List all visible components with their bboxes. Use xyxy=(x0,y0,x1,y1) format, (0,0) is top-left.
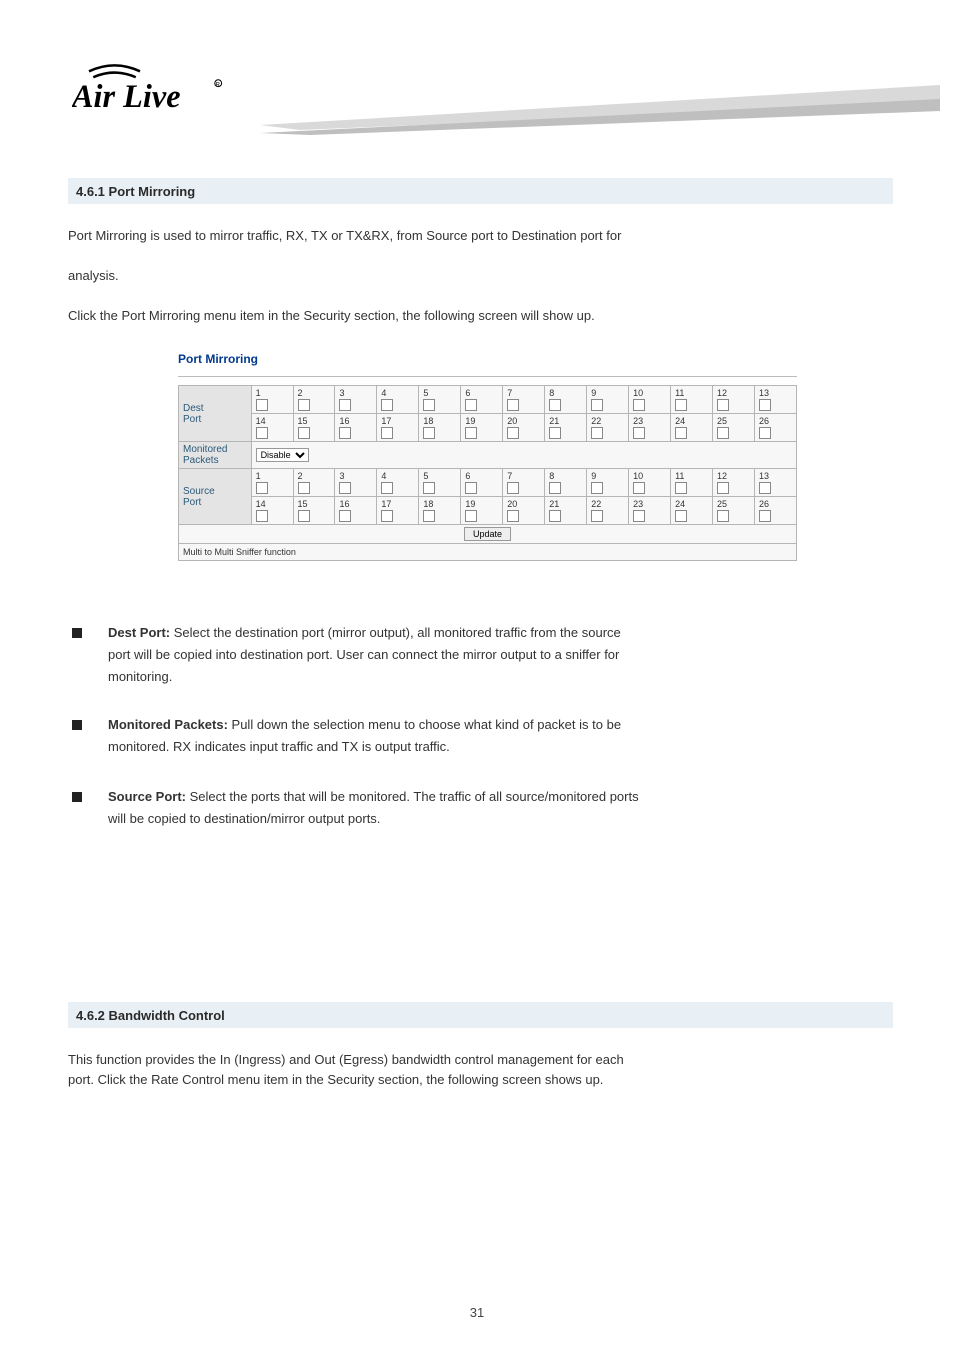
dest-port-8-checkbox[interactable] xyxy=(549,399,561,411)
dest-port-6-checkbox[interactable] xyxy=(465,399,477,411)
source-port-24-checkbox[interactable] xyxy=(675,510,687,522)
source-port-19-checkbox[interactable] xyxy=(465,510,477,522)
monitored-packets-label: Monitored Packets xyxy=(179,442,252,469)
bullet-1-line-1: Dest Port: Select the destination port (… xyxy=(108,623,888,643)
source-port-21-checkbox[interactable] xyxy=(549,510,561,522)
source-port-10-checkbox[interactable] xyxy=(633,482,645,494)
source-port-23-checkbox[interactable] xyxy=(633,510,645,522)
svg-text:Air Live: Air Live xyxy=(72,78,181,114)
dest-port-14-checkbox[interactable] xyxy=(256,427,268,439)
dest-port-26-checkbox[interactable] xyxy=(759,427,771,439)
intro-line-2: analysis. xyxy=(68,266,893,286)
source-port-16-checkbox[interactable] xyxy=(339,510,351,522)
source-port-4-checkbox[interactable] xyxy=(381,482,393,494)
source-port-11-checkbox[interactable] xyxy=(675,482,687,494)
dest-port-18-checkbox[interactable] xyxy=(423,427,435,439)
update-button[interactable]: Update xyxy=(464,527,511,541)
dest-port-22-checkbox[interactable] xyxy=(591,427,603,439)
bullet-2-line-1: Monitored Packets: Pull down the selecti… xyxy=(108,715,888,735)
header-swoosh xyxy=(260,85,940,135)
bullet-3-line-2: will be copied to destination/mirror out… xyxy=(108,809,888,829)
bullet-icon xyxy=(72,628,82,638)
source-port-14-checkbox[interactable] xyxy=(256,510,268,522)
logo: Air Live R xyxy=(72,55,242,125)
dest-port-24-checkbox[interactable] xyxy=(675,427,687,439)
dest-port-25-checkbox[interactable] xyxy=(717,427,729,439)
intro-line-1: Port Mirroring is used to mirror traffic… xyxy=(68,226,893,246)
bandwidth-intro-line-2: port. Click the Rate Control menu item i… xyxy=(68,1070,893,1090)
source-port-1-checkbox[interactable] xyxy=(256,482,268,494)
source-port-25-checkbox[interactable] xyxy=(717,510,729,522)
dest-port-10-checkbox[interactable] xyxy=(633,399,645,411)
dest-port-17-checkbox[interactable] xyxy=(381,427,393,439)
dest-port-13-checkbox[interactable] xyxy=(759,399,771,411)
port-mirroring-table: Dest Port 1 2 3 4 5 6 7 8 9 10 11 12 13 … xyxy=(178,385,797,544)
dest-port-9-checkbox[interactable] xyxy=(591,399,603,411)
source-port-20-checkbox[interactable] xyxy=(507,510,519,522)
source-port-18-checkbox[interactable] xyxy=(423,510,435,522)
screenshot-title: Port Mirroring xyxy=(178,352,797,366)
bullet-icon xyxy=(72,720,82,730)
dest-port-19-checkbox[interactable] xyxy=(465,427,477,439)
dest-port-label: Dest Port xyxy=(179,386,252,442)
source-port-9-checkbox[interactable] xyxy=(591,482,603,494)
bullet-3-line-1: Source Port: Select the ports that will … xyxy=(108,787,888,807)
dest-port-21-checkbox[interactable] xyxy=(549,427,561,439)
source-port-13-checkbox[interactable] xyxy=(759,482,771,494)
port-mirroring-screenshot: Port Mirroring Dest Port 1 2 3 4 5 6 7 8… xyxy=(178,352,797,561)
page-number: 31 xyxy=(0,1305,954,1320)
dest-port-16-checkbox[interactable] xyxy=(339,427,351,439)
bandwidth-intro-line-1: This function provides the In (Ingress) … xyxy=(68,1050,893,1070)
source-port-label: Source Port xyxy=(179,469,252,525)
source-port-12-checkbox[interactable] xyxy=(717,482,729,494)
bullet-2-line-2: monitored. RX indicates input traffic an… xyxy=(108,737,888,757)
source-port-6-checkbox[interactable] xyxy=(465,482,477,494)
dest-port-4-checkbox[interactable] xyxy=(381,399,393,411)
section-heading-bandwidth-control: 4.6.2 Bandwidth Control xyxy=(68,1002,893,1028)
source-port-7-checkbox[interactable] xyxy=(507,482,519,494)
source-port-26-checkbox[interactable] xyxy=(759,510,771,522)
dest-port-1-checkbox[interactable] xyxy=(256,399,268,411)
divider xyxy=(178,376,797,377)
source-port-15-checkbox[interactable] xyxy=(298,510,310,522)
source-port-22-checkbox[interactable] xyxy=(591,510,603,522)
svg-text:R: R xyxy=(216,83,221,89)
page: Air Live R 4.6.1 Port Mirroring Port Mir… xyxy=(0,0,954,1350)
source-port-17-checkbox[interactable] xyxy=(381,510,393,522)
dest-port-3-checkbox[interactable] xyxy=(339,399,351,411)
source-port-5-checkbox[interactable] xyxy=(423,482,435,494)
intro-line-3: Click the Port Mirroring menu item in th… xyxy=(68,306,893,326)
dest-port-12-checkbox[interactable] xyxy=(717,399,729,411)
bullet-1-line-3: monitoring. xyxy=(108,667,888,687)
section-heading-port-mirroring: 4.6.1 Port Mirroring xyxy=(68,178,893,204)
bullet-icon xyxy=(72,792,82,802)
dest-port-15-checkbox[interactable] xyxy=(298,427,310,439)
source-port-3-checkbox[interactable] xyxy=(339,482,351,494)
dest-port-2-checkbox[interactable] xyxy=(298,399,310,411)
dest-port-11-checkbox[interactable] xyxy=(675,399,687,411)
screenshot-footnote: Multi to Multi Sniffer function xyxy=(178,544,797,561)
monitored-packets-select[interactable]: Disable xyxy=(256,448,309,462)
dest-port-20-checkbox[interactable] xyxy=(507,427,519,439)
source-port-2-checkbox[interactable] xyxy=(298,482,310,494)
bullet-1-line-2: port will be copied into destination por… xyxy=(108,645,888,665)
source-port-8-checkbox[interactable] xyxy=(549,482,561,494)
dest-port-5-checkbox[interactable] xyxy=(423,399,435,411)
dest-port-23-checkbox[interactable] xyxy=(633,427,645,439)
dest-port-7-checkbox[interactable] xyxy=(507,399,519,411)
